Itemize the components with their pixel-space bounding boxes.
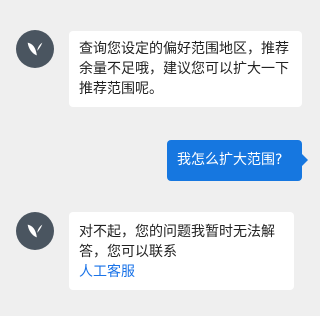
leaf-logo-icon bbox=[24, 38, 46, 60]
chat-conversation: 查询您设定的偏好范围地区，推荐余量不足哦，建议您可以扩大一下推荐范围呢。 我怎么… bbox=[0, 0, 315, 316]
bot-avatar bbox=[16, 30, 54, 68]
leaf-logo-icon bbox=[24, 220, 46, 242]
bot-message-text: 对不起，您的问题我暂时无法解答，您可以联系 bbox=[79, 224, 275, 260]
user-message-text: 我怎么扩大范围? bbox=[177, 152, 283, 168]
human-support-link[interactable]: 人工客服 bbox=[79, 262, 284, 282]
user-message-bubble: 我怎么扩大范围? bbox=[167, 140, 308, 181]
bot-message-bubble: 对不起，您的问题我暂时无法解答，您可以联系 人工客服 bbox=[69, 212, 294, 290]
bot-message-bubble: 查询您设定的偏好范围地区，推荐余量不足哦，建议您可以扩大一下推荐范围呢。 bbox=[69, 31, 302, 107]
bot-message-text: 查询您设定的偏好范围地区，推荐余量不足哦，建议您可以扩大一下推荐范围呢。 bbox=[79, 41, 289, 97]
bot-avatar bbox=[16, 212, 54, 250]
